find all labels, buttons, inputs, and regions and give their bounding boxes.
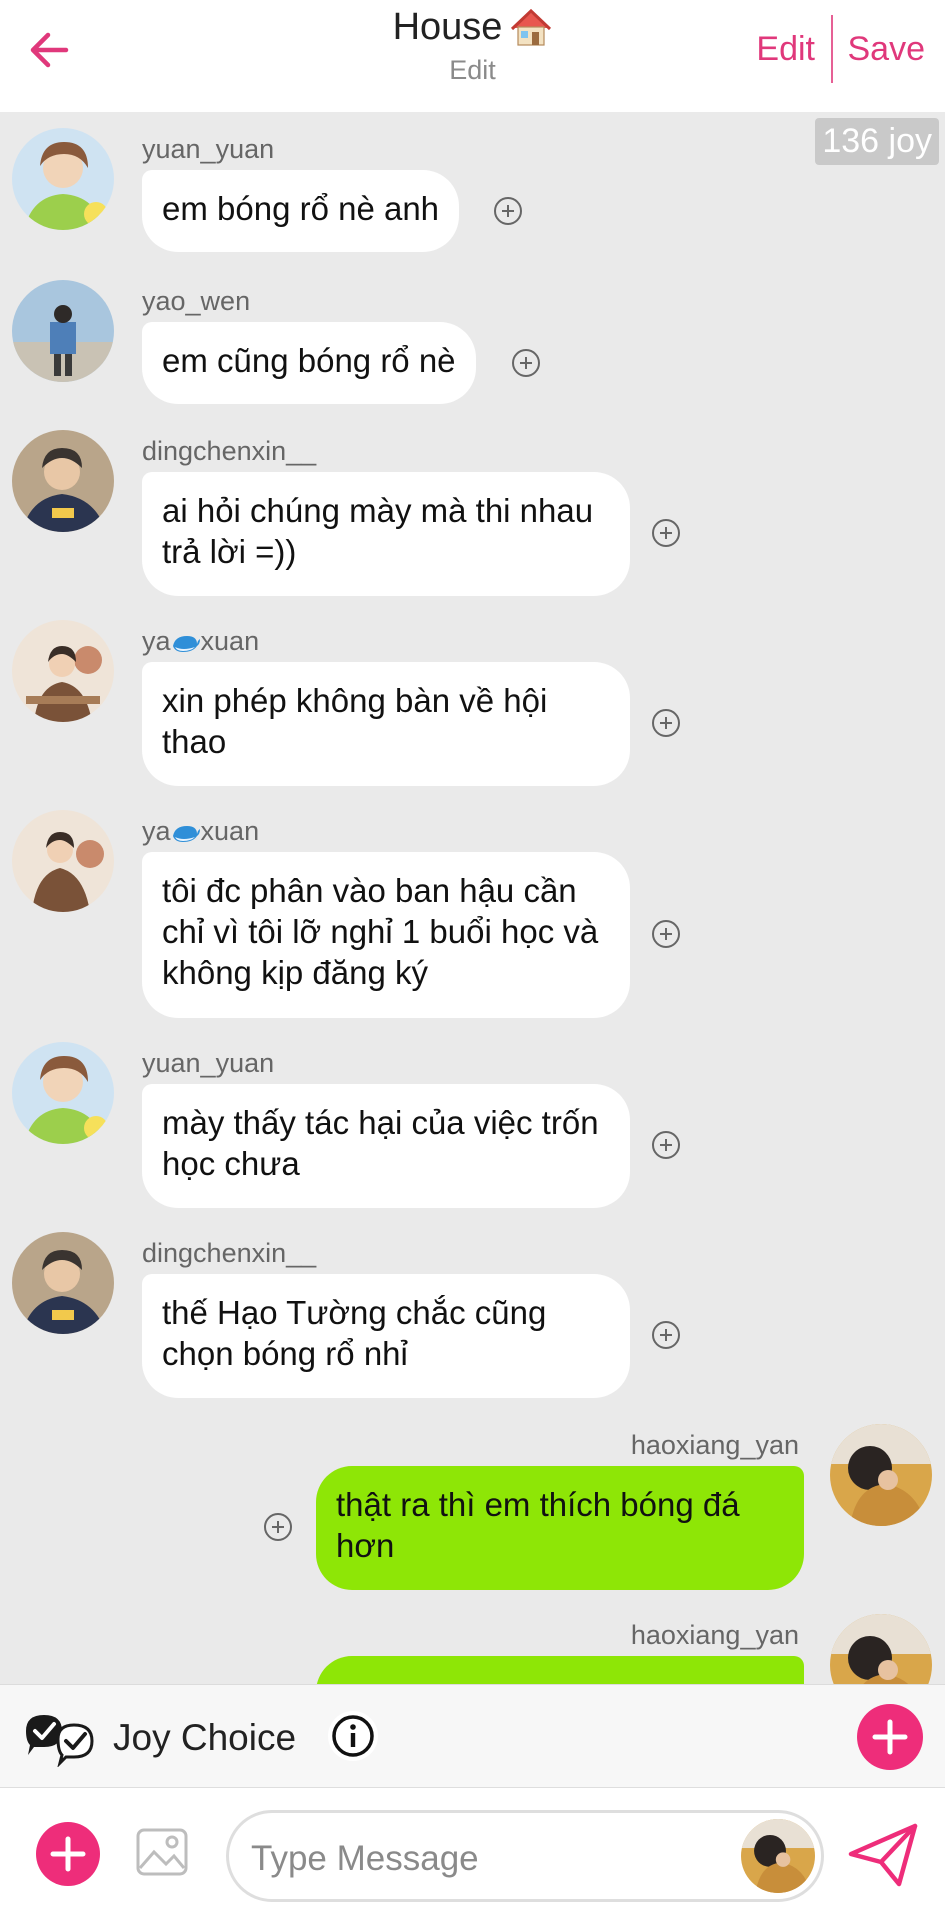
avatar-photo [12, 620, 114, 722]
send-icon[interactable] [847, 1822, 919, 1888]
whale-icon [172, 825, 200, 842]
username-prefix: ya [142, 816, 171, 846]
message-bubble[interactable]: xin phép không bàn về hội thao [142, 662, 630, 786]
image-gallery-icon[interactable] [134, 1824, 190, 1880]
message-bubble[interactable] [316, 1656, 804, 1684]
page-title[interactable]: House [393, 6, 553, 49]
avatar[interactable] [830, 1424, 932, 1526]
message-username: yuan_yuan [142, 1048, 275, 1078]
message-bubble[interactable]: mày thấy tác hại của việc trốn học chưa [142, 1084, 630, 1208]
joy-count-badge: 136 joy [815, 118, 939, 165]
message-username: haoxiang_yan [630, 1620, 799, 1650]
add-reaction-icon[interactable] [650, 1319, 682, 1351]
edit-button[interactable]: Edit [756, 30, 815, 69]
avatar[interactable] [12, 430, 114, 532]
avatar-photo [741, 1819, 815, 1893]
message-bubble[interactable]: thế Hạo Tường chắc cũng chọn bóng rổ nhỉ [142, 1274, 630, 1398]
add-reaction-icon[interactable] [510, 347, 542, 379]
avatar-photo [12, 280, 114, 382]
house-emoji-icon [511, 8, 552, 46]
message-input-bar: Type Message [0, 1787, 945, 1920]
message-bubble[interactable]: tôi đc phân vào ban hậu cần chỉ vì tôi l… [142, 852, 630, 1018]
message-bubble[interactable]: em cũng bóng rổ nè [142, 322, 476, 404]
avatar[interactable] [12, 1232, 114, 1334]
avatar[interactable] [12, 620, 114, 722]
message-username: yao_wen [142, 286, 251, 316]
add-reaction-icon[interactable] [650, 918, 682, 950]
joy-choice-label: Joy Choice [113, 1717, 297, 1758]
header: House Edit Edit Save [0, 0, 945, 112]
info-icon[interactable] [326, 1709, 380, 1763]
page-title-text: House [392, 6, 503, 48]
double-check-bubble-icon[interactable] [22, 1709, 102, 1767]
message-input-placeholder: Type Message [251, 1839, 479, 1878]
avatar[interactable] [12, 128, 114, 230]
username-suffix: xuan [200, 626, 260, 656]
message-bubble[interactable]: em bóng rổ nè anh [142, 170, 460, 252]
message-bubble[interactable]: thật ra thì em thích bóng đá hơn [316, 1466, 804, 1590]
sender-avatar[interactable] [741, 1819, 815, 1893]
message-username: dingchenxin__ [142, 1238, 317, 1268]
avatar-photo [12, 810, 114, 912]
avatar-photo [12, 430, 114, 532]
chat-area[interactable]: 136 joy yuan_yuan em bóng rổ nè anh yao_… [0, 112, 945, 1684]
username-prefix: ya [142, 626, 171, 656]
message-username: ya xuan [142, 816, 259, 847]
avatar-photo [830, 1424, 932, 1526]
header-divider [831, 15, 833, 83]
avatar-photo [12, 128, 114, 230]
joy-choice-bar: Joy Choice [0, 1684, 945, 1787]
message-bubble[interactable]: ai hỏi chúng mày mà thi nhau trả lời =)) [142, 472, 630, 596]
add-reaction-icon[interactable] [650, 707, 682, 739]
save-button[interactable]: Save [848, 30, 926, 69]
message-username: yuan_yuan [142, 134, 275, 164]
add-attachment-button[interactable] [36, 1822, 100, 1886]
avatar[interactable] [12, 280, 114, 382]
add-reaction-icon[interactable] [650, 1129, 682, 1161]
add-reaction-icon[interactable] [650, 517, 682, 549]
chat-screen: House Edit Edit Save 136 joy yuan_yuan e… [0, 0, 945, 1920]
message-username: dingchenxin__ [142, 436, 317, 466]
message-input[interactable]: Type Message [226, 1810, 824, 1902]
message-username: ya xuan [142, 626, 259, 657]
avatar[interactable] [12, 810, 114, 912]
avatar-photo [830, 1614, 932, 1684]
add-reaction-icon[interactable] [492, 195, 524, 227]
avatar[interactable] [830, 1614, 932, 1684]
add-reaction-icon[interactable] [262, 1511, 294, 1543]
avatar[interactable] [12, 1042, 114, 1144]
whale-icon [172, 635, 200, 652]
avatar-photo [12, 1232, 114, 1334]
add-joy-choice-button[interactable] [857, 1704, 923, 1770]
message-username: haoxiang_yan [630, 1430, 799, 1460]
username-suffix: xuan [200, 816, 260, 846]
avatar-photo [12, 1042, 114, 1144]
